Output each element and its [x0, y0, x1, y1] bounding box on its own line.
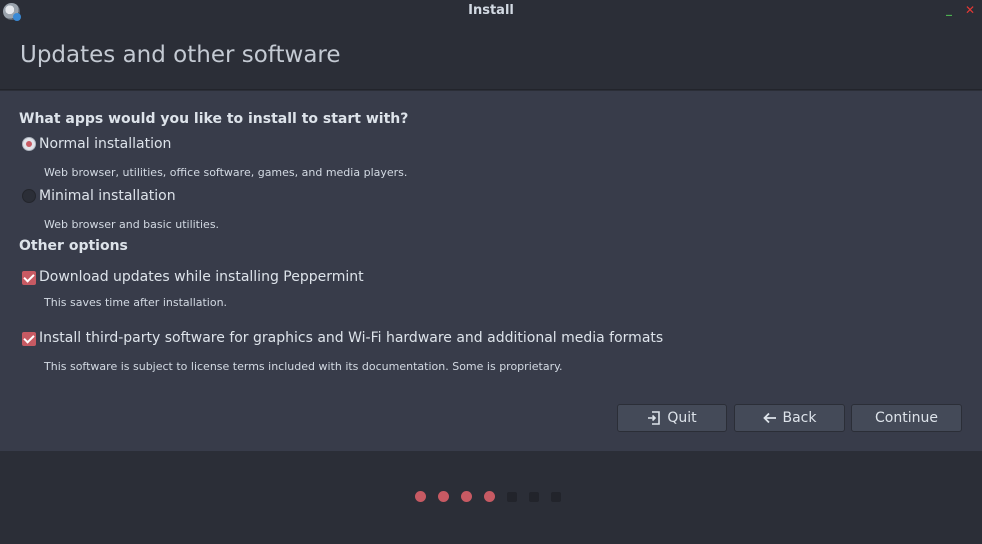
- content-panel: What apps would you like to install to s…: [0, 91, 982, 451]
- download-updates-checkbox[interactable]: [22, 271, 36, 285]
- exit-icon: [647, 411, 661, 425]
- minimize-button[interactable]: _: [946, 2, 952, 16]
- minimal-installation-description: Web browser and basic utilities.: [44, 218, 220, 231]
- continue-button[interactable]: Continue: [851, 404, 962, 432]
- continue-button-label: Continue: [875, 410, 938, 426]
- third-party-software-checkbox[interactable]: [22, 332, 36, 346]
- progress-step-done: [415, 491, 426, 502]
- close-button[interactable]: ✕: [965, 3, 975, 17]
- progress-step-pending: [529, 492, 539, 502]
- window-titlebar: Install _ ✕: [0, 0, 982, 22]
- minimal-installation-radio[interactable]: [22, 189, 36, 203]
- quit-button-label: Quit: [667, 410, 697, 426]
- footer: [0, 451, 982, 542]
- page-title: Updates and other software: [20, 42, 341, 68]
- download-updates-label[interactable]: Download updates while installing Pepper…: [39, 269, 364, 285]
- progress-step-done: [461, 491, 472, 502]
- installation-progress: [415, 491, 561, 502]
- page-header: Updates and other software: [0, 22, 982, 90]
- back-button[interactable]: Back: [734, 404, 845, 432]
- apps-question-heading: What apps would you like to install to s…: [19, 111, 409, 127]
- progress-step-pending: [551, 492, 561, 502]
- minimal-installation-label[interactable]: Minimal installation: [39, 188, 176, 204]
- third-party-software-description: This software is subject to license term…: [44, 360, 563, 373]
- normal-installation-radio[interactable]: [22, 137, 36, 151]
- normal-installation-description: Web browser, utilities, office software,…: [44, 166, 408, 179]
- other-options-heading: Other options: [19, 238, 128, 254]
- progress-step-pending: [507, 492, 517, 502]
- download-updates-description: This saves time after installation.: [44, 296, 228, 309]
- third-party-software-label[interactable]: Install third-party software for graphic…: [39, 330, 663, 346]
- window-title: Install: [468, 3, 514, 18]
- back-button-label: Back: [782, 410, 817, 426]
- progress-step-done: [484, 491, 495, 502]
- normal-installation-label[interactable]: Normal installation: [39, 136, 171, 152]
- progress-step-done: [438, 491, 449, 502]
- arrow-left-icon: [762, 412, 777, 424]
- quit-button[interactable]: Quit: [617, 404, 727, 432]
